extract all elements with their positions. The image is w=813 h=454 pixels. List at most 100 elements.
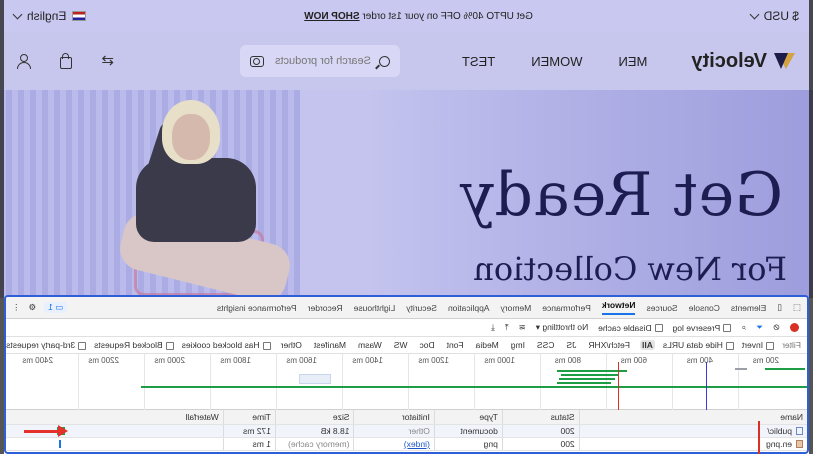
timeline-tick: 1400 ms: [352, 356, 383, 365]
nav-item-test[interactable]: TEST: [462, 54, 495, 69]
filter-type-all[interactable]: All: [639, 340, 655, 350]
search-box[interactable]: Search for products: [239, 45, 400, 77]
import-har-icon[interactable]: ⤒: [505, 322, 509, 333]
tab-lighthouse[interactable]: Lighthouse: [354, 303, 396, 313]
filter-type-js[interactable]: JS: [564, 340, 578, 350]
scroll-edge-left: [809, 0, 813, 454]
table-row[interactable]: en.png 200 png (index) (memory cache) 1 …: [6, 438, 807, 451]
timeline-bar: [765, 368, 805, 370]
invert-checkbox[interactable]: Invert: [742, 340, 775, 350]
filter-type-ws[interactable]: WS: [392, 340, 410, 350]
search-input[interactable]: Search for products: [275, 55, 371, 67]
request-initiator-link[interactable]: (index): [354, 438, 435, 450]
promo-text: Get UPTO 40% OFF on your 1st order: [362, 10, 533, 22]
throttling-label: No throttling: [542, 322, 589, 332]
hero-banner[interactable]: Get Ready For New Collection: [0, 90, 813, 298]
col-initiator[interactable]: Initiator: [354, 410, 435, 424]
third-party-checkbox[interactable]: 3rd-party requests: [6, 340, 87, 350]
filter-type-other[interactable]: Other: [279, 340, 304, 350]
site-header: Velocity MEN WOMEN TEST Search for produ…: [0, 32, 813, 90]
col-name[interactable]: Name: [580, 410, 807, 424]
filter-input[interactable]: Filter: [782, 340, 801, 350]
request-type: png: [434, 438, 503, 450]
tab-performance[interactable]: Performance: [542, 303, 591, 313]
camera-icon[interactable]: [249, 55, 264, 67]
image-file-icon: [796, 440, 803, 448]
tab-elements[interactable]: Elements: [731, 303, 766, 313]
language-selector[interactable]: English: [27, 9, 66, 23]
tab-console[interactable]: Console: [689, 303, 720, 313]
settings-gear-icon[interactable]: ⚙: [29, 302, 37, 313]
device-toolbar-icon[interactable]: ▯: [777, 302, 782, 313]
timeline-bar: [559, 378, 615, 380]
header-actions: ⇄: [18, 52, 114, 69]
filter-type-fetch[interactable]: Fetch/XHR: [586, 340, 632, 350]
user-icon[interactable]: [18, 54, 32, 68]
tab-memory[interactable]: Memory: [501, 303, 532, 313]
filter-type-img[interactable]: Img: [509, 340, 527, 350]
clear-icon[interactable]: ⊘: [773, 322, 780, 333]
tab-performance-insights[interactable]: Performance insights: [217, 303, 297, 313]
request-name[interactable]: public/: [580, 425, 807, 437]
brand-logo[interactable]: Velocity: [691, 50, 795, 73]
filter-type-manifest[interactable]: Manifest: [312, 340, 348, 350]
timeline-tick: 2200 ms: [88, 356, 119, 365]
blocked-cookies-checkbox[interactable]: Has blocked cookies: [182, 340, 271, 350]
throttling-select[interactable]: No throttling ▾: [536, 322, 588, 333]
tab-security[interactable]: Security: [406, 303, 437, 313]
col-type[interactable]: Type: [434, 410, 503, 424]
nav-item-men[interactable]: MEN: [619, 54, 648, 69]
network-conditions-icon[interactable]: ≋: [519, 322, 526, 333]
table-row[interactable]: public/ 200 document Other 18.8 kB 172 m…: [6, 425, 807, 438]
network-overview-timeline[interactable]: 200 ms 400 ms 600 ms 800 ms 1000 ms 1200…: [6, 354, 807, 410]
load-event-line: [758, 421, 760, 454]
tab-sources[interactable]: Sources: [646, 303, 677, 313]
filter-type-media[interactable]: Media: [474, 340, 501, 350]
search-icon[interactable]: ⌕: [741, 322, 746, 333]
chevron-down-icon[interactable]: [749, 9, 760, 19]
request-initiator: Other: [354, 425, 435, 437]
request-name[interactable]: en.png: [580, 438, 807, 450]
timeline-tick: 600 ms: [620, 356, 647, 365]
request-time: 172 ms: [223, 425, 276, 437]
filter-type-wasm[interactable]: Wasm: [356, 340, 384, 350]
search-icon[interactable]: [378, 55, 390, 67]
annotation-arrow-icon: [24, 425, 70, 437]
chevron-down-icon[interactable]: [12, 9, 23, 19]
cart-icon[interactable]: [60, 56, 72, 69]
disable-cache-checkbox[interactable]: Disable cache: [598, 322, 663, 333]
nav-item-women[interactable]: WOMEN: [531, 54, 582, 69]
inspect-icon[interactable]: ⬚: [793, 302, 801, 313]
filter-type-font[interactable]: Font: [445, 340, 466, 350]
tab-recorder[interactable]: Recorder: [308, 303, 343, 313]
filter-type-doc[interactable]: Doc: [418, 340, 437, 350]
request-size: (memory cache): [275, 438, 355, 450]
timeline-tick: 1600 ms: [286, 356, 317, 365]
compare-icon[interactable]: ⇄: [100, 52, 114, 69]
announcement-bar: $ USD Get UPTO 40% OFF on your 1st order…: [0, 0, 813, 32]
promo-banner: Get UPTO 40% OFF on your 1st order SHOP …: [86, 11, 750, 22]
timeline-selection[interactable]: [299, 374, 331, 384]
filter-funnel-icon[interactable]: ⏷: [756, 322, 763, 333]
col-waterfall[interactable]: Waterfall: [6, 410, 224, 424]
blocked-requests-checkbox[interactable]: Blocked Requests: [94, 340, 174, 350]
devtools-panel: ⬚ ▯ Elements Console Sources Network Per…: [4, 295, 809, 454]
col-size[interactable]: Size: [275, 410, 355, 424]
timeline-bar: [141, 386, 807, 388]
brand-name: Velocity: [691, 49, 767, 72]
shop-now-link[interactable]: SHOP NOW: [304, 11, 359, 22]
currency-selector[interactable]: $ USD: [764, 9, 799, 23]
disable-cache-label: Disable cache: [598, 322, 652, 333]
tab-network[interactable]: Network: [601, 300, 636, 315]
more-options-icon[interactable]: ⋮: [12, 302, 21, 313]
record-icon[interactable]: [790, 323, 799, 332]
export-har-icon[interactable]: ⤓: [491, 322, 495, 333]
devtools-tab-bar: ⬚ ▯ Elements Console Sources Network Per…: [6, 297, 807, 319]
col-time[interactable]: Time: [223, 410, 276, 424]
hide-data-urls-checkbox[interactable]: Hide data URLs: [663, 340, 734, 350]
preserve-log-checkbox[interactable]: Preserve log: [673, 323, 732, 333]
message-count-badge[interactable]: ▭ 1: [44, 302, 68, 313]
col-status[interactable]: Status: [502, 410, 580, 424]
filter-type-css[interactable]: CSS: [535, 340, 556, 350]
tab-application[interactable]: Application: [448, 303, 490, 313]
